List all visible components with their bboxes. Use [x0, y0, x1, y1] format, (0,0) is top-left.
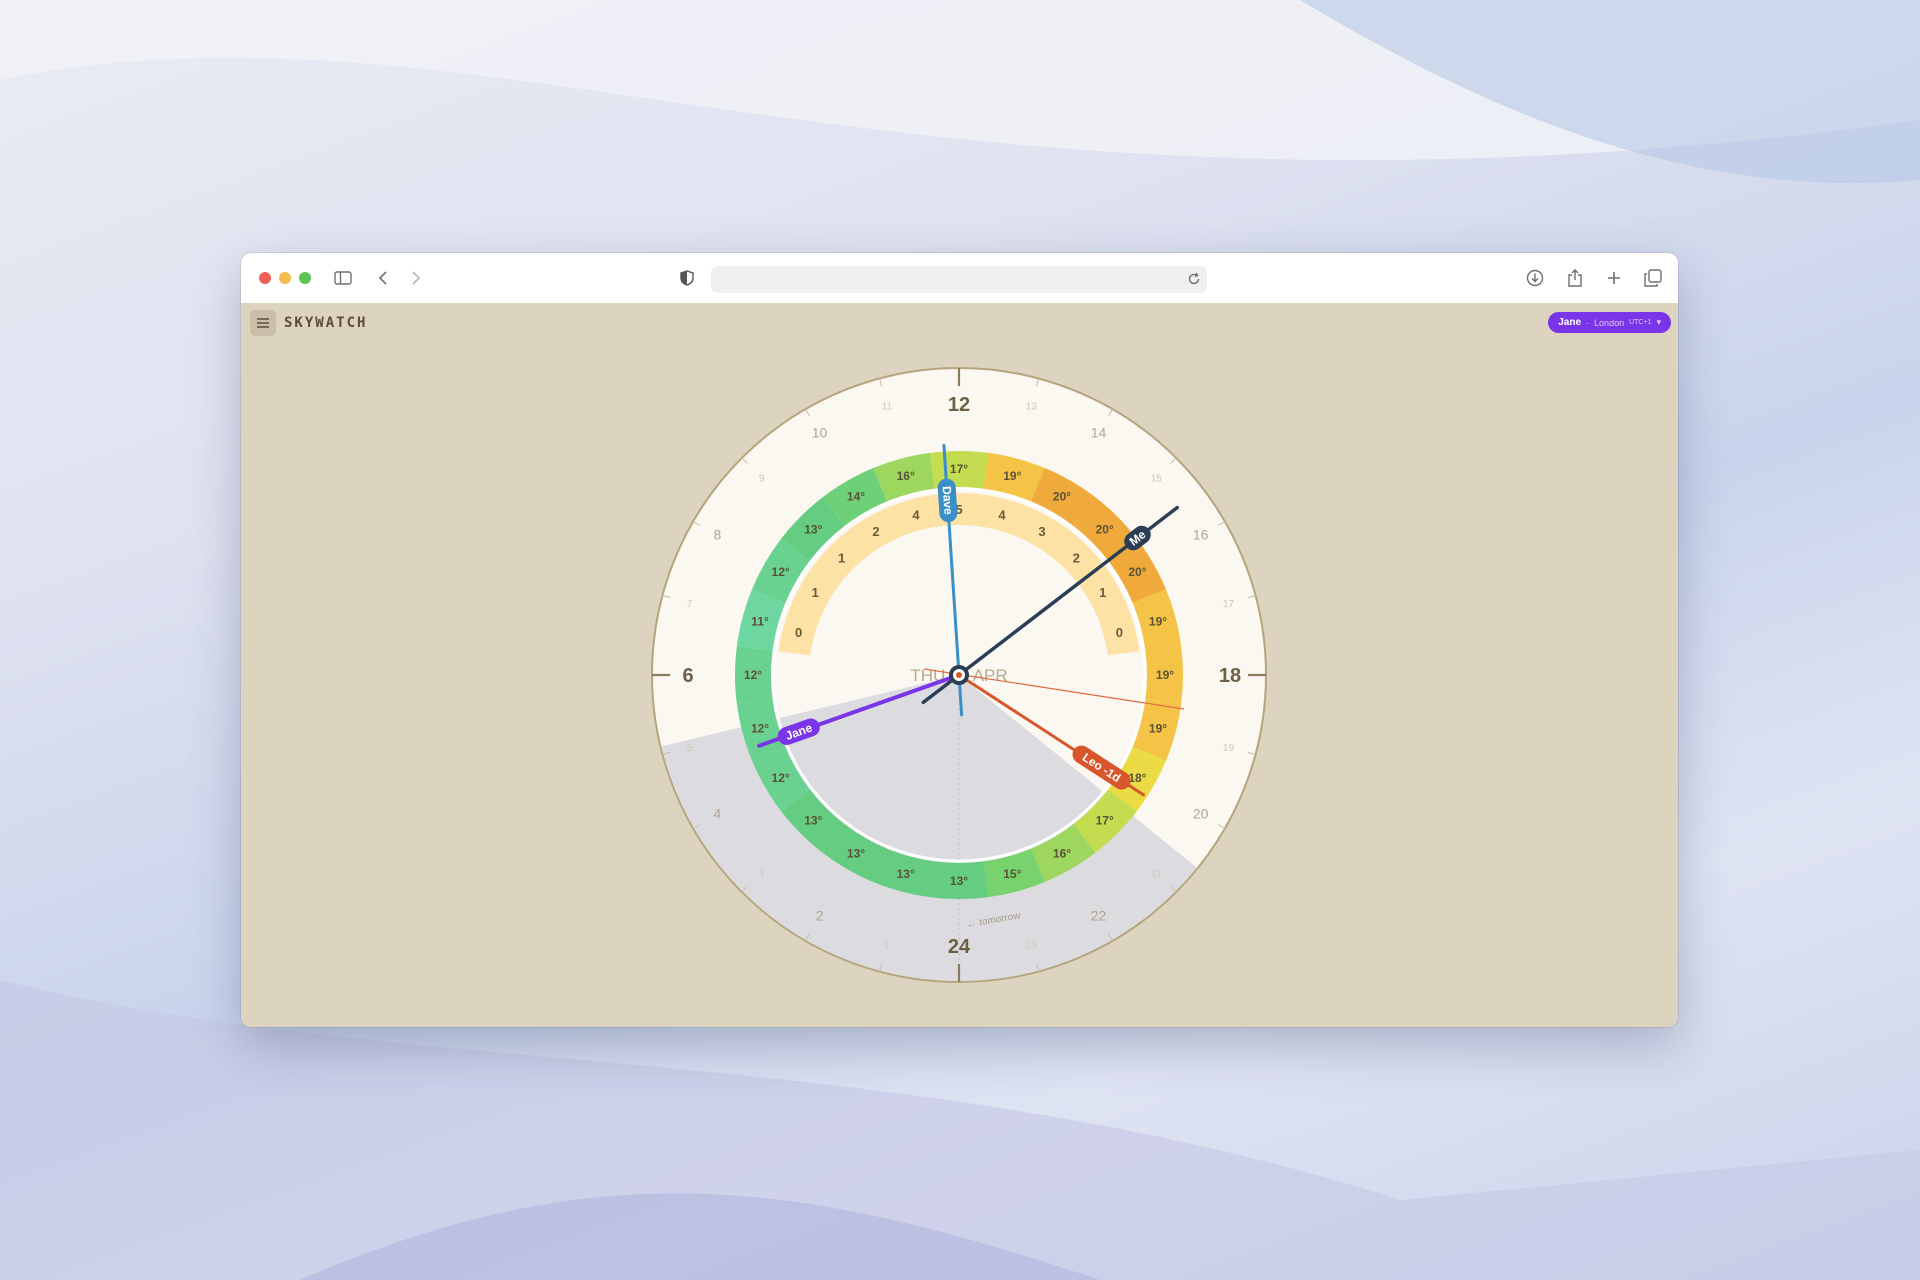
- hour-label: 15: [1151, 474, 1163, 485]
- uv-label: 3: [1038, 524, 1045, 539]
- back-arrow-icon[interactable]: [372, 266, 396, 290]
- temperature-label: 20°: [1128, 565, 1146, 579]
- temperature-label: 12°: [744, 668, 762, 682]
- browser-toolbar: [241, 253, 1678, 304]
- hour-label: 8: [713, 527, 721, 543]
- hour-label: 6: [682, 665, 693, 687]
- temperature-label: 11°: [751, 615, 769, 629]
- downloads-icon[interactable]: [1523, 266, 1547, 290]
- user-city: London: [1594, 317, 1625, 328]
- close-window-button[interactable]: [259, 272, 271, 284]
- window-controls: [259, 272, 311, 284]
- temperature-label: 12°: [751, 721, 769, 735]
- sidebar-toggle-icon[interactable]: [331, 266, 355, 290]
- hour-label: 11: [882, 402, 893, 413]
- hand-badge[interactable]: Dave: [937, 478, 958, 523]
- browser-window: SKYWATCH Jane · London UTC+1 ▾ 24 1 2 3 4 5 6 7…: [241, 253, 1678, 1027]
- app-content: SKYWATCH Jane · London UTC+1 ▾ 24 1 2 3 4 5 6 7…: [241, 303, 1678, 1027]
- hour-label: 5: [687, 743, 693, 754]
- forward-arrow-icon[interactable]: [403, 266, 427, 290]
- hand-label: Dave: [940, 486, 956, 516]
- temperature-label: 15°: [1003, 867, 1021, 881]
- hour-label: 9: [759, 474, 765, 485]
- uv-label: 0: [795, 625, 802, 640]
- hour-label: 21: [1151, 868, 1163, 879]
- hour-label: 7: [687, 599, 693, 610]
- uv-label: 1: [838, 551, 845, 566]
- user-timezone: UTC+1: [1629, 319, 1652, 326]
- hour-label: 17: [1223, 599, 1235, 610]
- new-tab-icon[interactable]: [1602, 266, 1626, 290]
- temperature-label: 17°: [1096, 814, 1114, 828]
- hour-label: 12: [948, 394, 970, 416]
- hour-label: 3: [759, 868, 765, 879]
- uv-label: 4: [998, 508, 1006, 523]
- hour-label: 2: [816, 908, 824, 924]
- tab-overview-icon[interactable]: [1641, 266, 1665, 290]
- chevron-down-icon: ▾: [1656, 317, 1661, 327]
- temperature-label: 13°: [950, 874, 968, 888]
- temperature-label: 19°: [1156, 668, 1174, 682]
- center-hub-dot: [956, 672, 962, 678]
- temperature-label: 19°: [1003, 469, 1021, 483]
- day-clock[interactable]: 241234567891011 12 1314151617181920212223 …: [639, 355, 1279, 995]
- privacy-shield-icon[interactable]: [675, 266, 699, 290]
- user-name: Jane: [1558, 317, 1582, 328]
- user-location-selector[interactable]: Jane · London UTC+1 ▾: [1548, 312, 1671, 333]
- uv-label: 1: [812, 585, 819, 600]
- hour-label: 24: [948, 936, 971, 958]
- temperature-label: 16°: [897, 469, 915, 483]
- zoom-window-button[interactable]: [299, 272, 311, 284]
- temperature-label: 12°: [772, 565, 790, 579]
- hamburger-icon: [257, 318, 269, 328]
- uv-label: 0: [1116, 625, 1123, 640]
- hour-label: 19: [1223, 743, 1235, 754]
- temperature-label: 13°: [804, 814, 822, 828]
- temperature-label: 20°: [1096, 522, 1114, 536]
- hour-label: 10: [812, 424, 828, 440]
- hour-label: 16: [1193, 527, 1209, 543]
- uv-label: 4: [912, 508, 920, 523]
- menu-button[interactable]: [250, 310, 276, 336]
- uv-label: 1: [1099, 585, 1106, 600]
- temperature-label: 19°: [1149, 615, 1167, 629]
- hour-label: 13: [1026, 402, 1038, 413]
- temperature-label: 13°: [847, 846, 865, 860]
- temperature-label: 17°: [950, 462, 968, 476]
- hour-label: 22: [1091, 908, 1107, 924]
- hour-label: 23: [1026, 940, 1038, 951]
- temperature-label: 18°: [1128, 771, 1146, 785]
- temperature-label: 13°: [804, 522, 822, 536]
- minimize-window-button[interactable]: [279, 272, 291, 284]
- hour-label: 14: [1091, 424, 1107, 440]
- temperature-label: 20°: [1053, 490, 1071, 504]
- hour-label: 4: [713, 806, 721, 822]
- temperature-label: 16°: [1053, 846, 1071, 860]
- reload-icon[interactable]: [1187, 272, 1201, 291]
- temperature-label: 14°: [847, 490, 865, 504]
- temperature-label: 13°: [897, 867, 915, 881]
- temperature-label: 12°: [772, 771, 790, 785]
- uv-label: 2: [872, 524, 879, 539]
- uv-label: 2: [1073, 551, 1080, 566]
- temperature-label: 19°: [1149, 721, 1167, 735]
- address-bar[interactable]: [711, 266, 1207, 293]
- hour-label: 18: [1219, 665, 1241, 687]
- share-icon[interactable]: [1563, 266, 1587, 290]
- app-logo-text: SKYWATCH: [284, 315, 368, 331]
- hour-label: 1: [884, 940, 890, 951]
- hour-label: 20: [1193, 806, 1209, 822]
